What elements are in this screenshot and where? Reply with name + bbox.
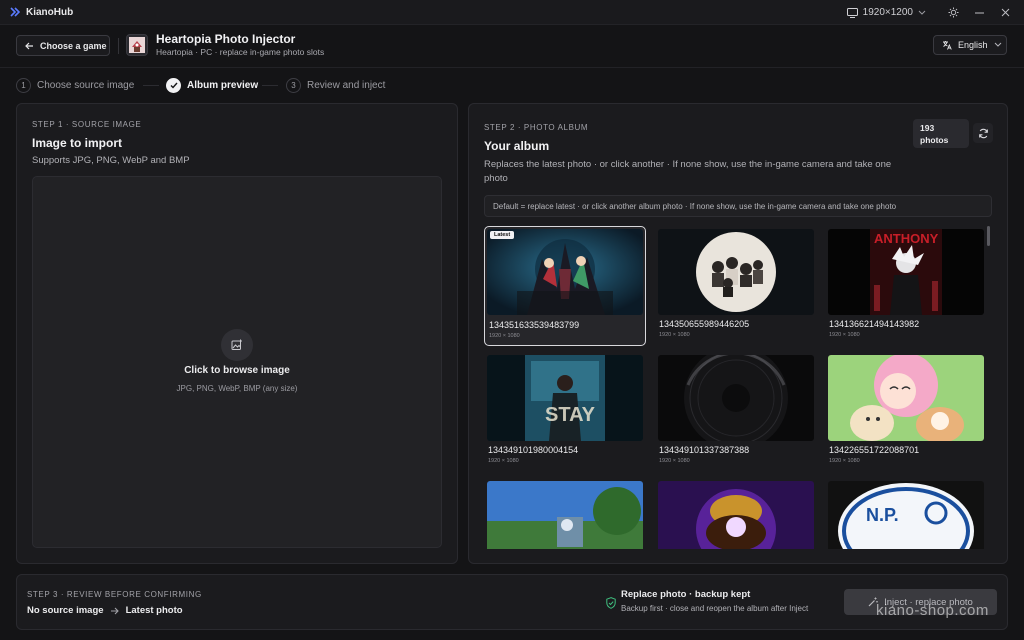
dropzone-formats: JPG, PNG, WebP, BMP (any size) (176, 384, 298, 393)
watermark: kiano-shop.com (876, 602, 989, 619)
photo-thumbnail (828, 355, 984, 441)
sun-icon (948, 7, 958, 18)
review-eyebrow: STEP 3 · REVIEW BEFORE CONFIRMING (27, 590, 202, 599)
photo-dimensions: 1920 × 1080 (659, 332, 690, 338)
photo-name: 134350655989446205 (659, 319, 750, 329)
replace-mode-subtitle: Backup first · close and reopen the albu… (621, 604, 809, 613)
step-number: 3 (286, 77, 301, 93)
photo-dimensions: 1920 × 1080 (829, 332, 860, 338)
photo-name: 134136621494143982 (829, 319, 920, 329)
step-label: Album preview (187, 79, 259, 91)
photo-name: 134349101337387388 (659, 445, 750, 455)
resolution-value: 1920×1200 (862, 7, 913, 18)
close-icon (1001, 8, 1009, 17)
source-title: Image to import (32, 136, 123, 150)
game-title: Heartopia Photo Injector (156, 32, 296, 46)
refresh-album-button[interactable] (973, 123, 993, 143)
step-label: Choose source image (37, 79, 135, 91)
check-icon (166, 77, 181, 93)
close-window-button[interactable] (992, 0, 1018, 25)
source-eyebrow: STEP 1 · SOURCE IMAGE (32, 120, 142, 129)
album-scrollbar[interactable] (987, 226, 990, 246)
album-photo-tile[interactable]: 134349101337387388 1920 × 1080 (655, 352, 817, 472)
album-photo-tile[interactable]: 134226551722088701 1920 × 1080 (825, 352, 985, 472)
review-target: Latest photo (125, 605, 183, 616)
album-title: Your album (484, 139, 550, 153)
title-bar: KianoHub 1920×1200 (0, 0, 1024, 25)
photo-thumbnail: STAY (487, 355, 643, 441)
photo-thumbnail (658, 229, 814, 315)
dropzone-title[interactable]: Click to browse image (32, 365, 442, 376)
photo-dimensions: 1920 × 1080 (489, 333, 520, 339)
image-add-icon[interactable] (221, 329, 253, 361)
review-summary: No source image Latest photo (27, 605, 183, 616)
album-photo-tile[interactable]: ANTHONY 134136621494143982 1920 × 1080 (825, 226, 985, 346)
header-divider (118, 38, 119, 54)
step-connector (262, 85, 278, 86)
step-connector (143, 85, 159, 86)
photo-thumbnail (658, 355, 814, 441)
album-grid: Latest 134351633539483799 1920 × 1080 13… (484, 226, 985, 549)
album-photo-tile[interactable]: STAY 134349101980004154 1920 × 1080 (484, 352, 646, 472)
choose-game-button[interactable]: Choose a game (16, 35, 110, 56)
choose-game-label: Choose a game (40, 40, 107, 51)
language-label: English (958, 40, 988, 50)
album-photo-tile[interactable] (655, 478, 817, 549)
photo-thumbnail: N.P. (828, 481, 984, 549)
album-photo-tile[interactable]: Latest 134351633539483799 1920 × 1080 (484, 226, 646, 346)
theme-toggle-button[interactable] (940, 0, 966, 25)
photo-thumbnail (658, 481, 814, 549)
step-label: Review and inject (307, 79, 386, 91)
step-choose-source[interactable]: 1 Choose source image (16, 77, 134, 93)
album-subtitle: Replaces the latest photo · or click ano… (484, 159, 892, 184)
photo-count-value: 193 (920, 123, 935, 133)
review-source: No source image (27, 605, 104, 616)
app-name: KianoHub (26, 6, 74, 18)
latest-badge: Latest (490, 231, 515, 239)
album-photo-tile[interactable] (484, 478, 646, 549)
svg-text:STAY: STAY (545, 404, 596, 426)
step-number: 1 (16, 77, 31, 93)
photo-name: 134351633539483799 (489, 320, 580, 330)
photo-count-unit: photos (920, 135, 949, 145)
refresh-icon (978, 128, 988, 138)
minimize-button[interactable] (966, 0, 992, 25)
album-photo-tile[interactable]: 134350655989446205 1920 × 1080 (655, 226, 817, 346)
album-note: Default = replace latest · or click anot… (484, 195, 992, 217)
monitor-icon (846, 7, 858, 18)
photo-thumbnail (487, 481, 643, 549)
game-icon (126, 34, 148, 56)
arrow-left-icon (25, 42, 33, 49)
album-eyebrow: STEP 2 · PHOTO ALBUM (484, 123, 589, 132)
arrow-right-icon (110, 607, 119, 614)
header-separator (0, 67, 1024, 68)
photo-thumbnail (487, 229, 643, 315)
chevron-down-icon (994, 42, 1001, 47)
image-dropzone[interactable] (32, 176, 442, 548)
translate-icon (943, 41, 952, 50)
source-subtitle: Supports JPG, PNG, WebP and BMP (32, 155, 190, 166)
game-subtitle: Heartopia · PC · replace in-game photo s… (156, 47, 325, 57)
svg-text:ANTHONY: ANTHONY (874, 231, 939, 246)
album-photo-tile[interactable]: N.P. (825, 478, 985, 549)
svg-text:N.P.: N.P. (866, 505, 899, 525)
language-selector[interactable]: English (933, 35, 1007, 55)
photo-thumbnail: ANTHONY (828, 229, 984, 315)
resolution-selector[interactable]: 1920×1200 (846, 7, 926, 18)
replace-mode-title: Replace photo · backup kept (621, 589, 751, 600)
photo-dimensions: 1920 × 1080 (829, 458, 860, 464)
photo-name: 134226551722088701 (829, 445, 920, 455)
step-review-inject[interactable]: 3 Review and inject (286, 77, 385, 93)
photo-dimensions: 1920 × 1080 (659, 458, 690, 464)
photo-name: 134349101980004154 (488, 445, 579, 455)
photo-count-badge: 193 photos (913, 119, 969, 148)
photo-dimensions: 1920 × 1080 (488, 458, 519, 464)
step-album-preview[interactable]: Album preview (166, 77, 258, 93)
shield-check-icon (606, 597, 616, 609)
chevron-down-icon (918, 10, 926, 15)
app-logo-icon (10, 7, 20, 17)
minimize-icon (974, 12, 984, 13)
